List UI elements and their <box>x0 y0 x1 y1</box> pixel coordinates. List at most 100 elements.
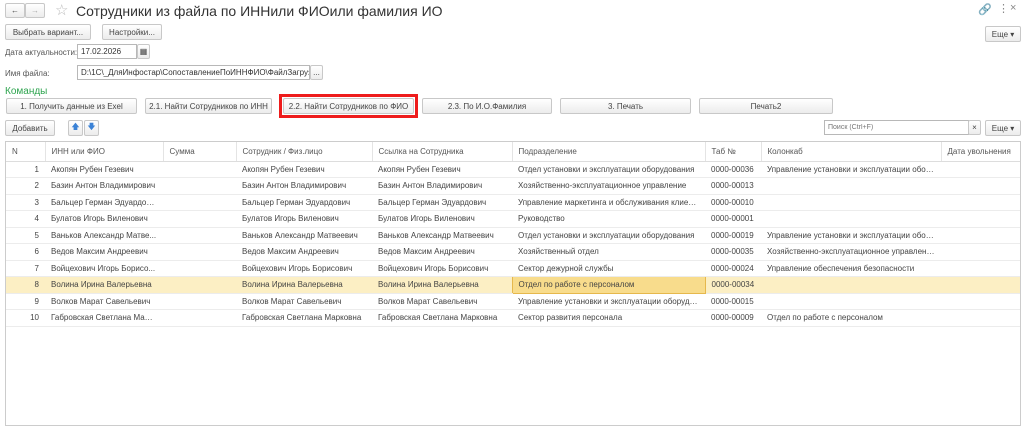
cell-tab-number[interactable]: 0000-00009 <box>705 309 761 327</box>
cell-department[interactable]: Хозяйственный отдел <box>512 243 705 261</box>
cell-n[interactable]: 2 <box>6 177 45 195</box>
cell-department[interactable]: Руководство <box>512 210 705 228</box>
cell-employee[interactable]: Волков Марат Савельевич <box>236 293 372 310</box>
cell-employee-link[interactable]: Акопян Рубен Гезевич <box>372 161 512 178</box>
cell-inn-or-fio[interactable]: Акопян Рубен Гезевич <box>45 161 163 178</box>
cell-kolonkab[interactable] <box>761 210 941 228</box>
cell-sum[interactable] <box>163 276 236 294</box>
table-row[interactable]: 1 Акопян Рубен Гезевич Акопян Рубен Гезеви… <box>6 161 1020 178</box>
cell-department[interactable]: Управление маркетинга и обслуживания кли… <box>512 194 705 211</box>
cell-employee[interactable]: Акопян Рубен Гезевич <box>236 161 372 178</box>
cell-inn-or-fio[interactable]: Волина Ирина Валерьевна <box>45 276 163 294</box>
column-header-employee[interactable]: Сотрудник / Физ.лицо <box>236 142 373 162</box>
cell-sum[interactable] <box>163 177 236 195</box>
file-field[interactable]: D:\1C\_ДляИнфостар\СопоставлениеПоИННФИО… <box>77 65 310 80</box>
cell-employee[interactable]: Войцехович Игорь Борисович <box>236 260 372 277</box>
cell-kolonkab[interactable] <box>761 177 941 195</box>
cell-kolonkab[interactable] <box>761 276 941 294</box>
cell-sum[interactable] <box>163 210 236 228</box>
settings-button[interactable]: Настройки... <box>102 24 162 40</box>
cell-n[interactable]: 1 <box>6 161 45 178</box>
forward-button[interactable]: → <box>25 3 45 18</box>
move-down-button[interactable]: 🡇 <box>84 120 99 136</box>
move-up-button[interactable]: 🡅 <box>68 120 83 136</box>
link-icon[interactable]: 🔗 <box>978 3 992 16</box>
cell-n[interactable]: 6 <box>6 243 45 261</box>
cell-n[interactable]: 3 <box>6 194 45 211</box>
cell-kolonkab[interactable]: Управление установки и эксплуатации обор… <box>761 161 941 178</box>
cell-tab-number[interactable]: 0000-00010 <box>705 194 761 211</box>
column-header-department[interactable]: Подразделение <box>512 142 706 162</box>
cell-employee-link[interactable]: Ваньков Александр Матвеевич <box>372 227 512 244</box>
table-row[interactable]: 10 Габровская Светлана Марк... Габровская … <box>6 309 1020 327</box>
cell-kolonkab[interactable] <box>761 194 941 211</box>
print2-button[interactable]: Печать2 <box>699 98 833 114</box>
cell-employee[interactable]: Габровская Светлана Марковна <box>236 309 372 327</box>
cell-inn-or-fio[interactable]: Габровская Светлана Марк... <box>45 309 163 327</box>
cell-dismissal-date[interactable] <box>941 243 1020 261</box>
cell-employee-link[interactable]: Ведов Максим Андреевич <box>372 243 512 261</box>
table-row[interactable]: 3 Бальцер Герман Эдуардович Бальцер Герман… <box>6 194 1020 211</box>
column-header-dismissal-date[interactable]: Дата увольнения <box>941 142 1020 162</box>
cell-department[interactable]: Отдел установки и эксплуатации оборудова… <box>512 161 705 178</box>
cell-sum[interactable] <box>163 194 236 211</box>
cell-inn-or-fio[interactable]: Базин Антон Владимирович <box>45 177 163 195</box>
cell-tab-number[interactable]: 0000-00019 <box>705 227 761 244</box>
search-input[interactable] <box>824 120 969 135</box>
cell-dismissal-date[interactable] <box>941 177 1020 195</box>
cell-n[interactable]: 4 <box>6 210 45 228</box>
cell-department[interactable]: Сектор дежурной службы <box>512 260 705 277</box>
cell-inn-or-fio[interactable]: Войцехович Игорь Борисо... <box>45 260 163 277</box>
cell-sum[interactable] <box>163 309 236 327</box>
cell-tab-number[interactable]: 0000-00036 <box>705 161 761 178</box>
cell-inn-or-fio[interactable]: Волков Марат Савельевич <box>45 293 163 310</box>
cell-tab-number[interactable]: 0000-00001 <box>705 210 761 228</box>
cell-dismissal-date[interactable] <box>941 260 1020 277</box>
cell-tab-number[interactable]: 0000-00034 <box>705 276 761 294</box>
cell-department[interactable]: Сектор развития персонала <box>512 309 705 327</box>
cell-kolonkab[interactable]: Управление установки и эксплуатации обор… <box>761 227 941 244</box>
table-row[interactable]: 7 Войцехович Игорь Борисо... Войцехович Иг… <box>6 260 1020 277</box>
cell-inn-or-fio[interactable]: Ведов Максим Андреевич <box>45 243 163 261</box>
cell-department[interactable]: Хозяйственно-эксплуатационное управление <box>512 177 705 195</box>
cell-n[interactable]: 10 <box>6 309 45 327</box>
cell-department[interactable]: Отдел установки и эксплуатации оборудова… <box>512 227 705 244</box>
cell-sum[interactable] <box>163 260 236 277</box>
choose-variant-button[interactable]: Выбрать вариант... <box>5 24 91 40</box>
add-button[interactable]: Добавить <box>5 120 55 136</box>
column-header-n[interactable]: N <box>6 142 46 162</box>
table-row[interactable]: 4 Булатов Игорь Виленович Булатов Игорь Ви… <box>6 210 1020 228</box>
cell-n[interactable]: 8 <box>6 276 45 294</box>
cell-kolonkab[interactable]: Управление обеспечения безопасности <box>761 260 941 277</box>
cell-employee[interactable]: Волина Ирина Валерьевна <box>236 276 372 294</box>
table-row[interactable]: 2 Базин Антон Владимирович Базин Антон Вла… <box>6 177 1020 195</box>
clear-search-button[interactable]: × <box>968 120 981 135</box>
back-button[interactable]: ← <box>5 3 25 18</box>
cell-employee-link[interactable]: Волков Марат Савельевич <box>372 293 512 310</box>
get-excel-data-button[interactable]: 1. Получить данные из Exel <box>6 98 137 114</box>
cell-sum[interactable] <box>163 293 236 310</box>
cell-sum[interactable] <box>163 227 236 244</box>
close-icon[interactable]: × <box>1010 2 1016 14</box>
table-row[interactable]: 8 Волина Ирина Валерьевна Волина Ирина Вал… <box>6 276 1020 294</box>
cell-kolonkab[interactable]: Отдел по работе с персоналом <box>761 309 941 327</box>
cell-employee[interactable]: Базин Антон Владимирович <box>236 177 372 195</box>
cell-tab-number[interactable]: 0000-00013 <box>705 177 761 195</box>
date-field[interactable]: 17.02.2026 <box>77 44 137 59</box>
cell-inn-or-fio[interactable]: Ваньков Александр Матве... <box>45 227 163 244</box>
print-button[interactable]: 3. Печать <box>560 98 691 114</box>
table-row[interactable]: 9 Волков Марат Савельевич Волков Марат Сав… <box>6 293 1020 310</box>
cell-department[interactable]: Отдел по работе с персоналом <box>511 276 706 294</box>
cell-dismissal-date[interactable] <box>941 309 1020 327</box>
star-icon[interactable]: ☆ <box>55 1 68 19</box>
column-header-tab-number[interactable]: Таб № <box>705 142 762 162</box>
find-by-inn-button[interactable]: 2.1. Найти Сотрудников по ИНН <box>145 98 272 114</box>
cell-n[interactable]: 9 <box>6 293 45 310</box>
cell-employee-link[interactable]: Войцехович Игорь Борисович <box>372 260 512 277</box>
column-header-kolonkab[interactable]: Колонкаб <box>761 142 942 162</box>
cell-n[interactable]: 7 <box>6 260 45 277</box>
table-row[interactable]: 6 Ведов Максим Андреевич Ведов Максим Андр… <box>6 243 1020 261</box>
more-vert-icon[interactable]: ⋮ <box>998 2 1009 15</box>
cell-dismissal-date[interactable] <box>941 227 1020 244</box>
column-header-inn-or-fio[interactable]: ИНН или ФИО <box>45 142 164 162</box>
